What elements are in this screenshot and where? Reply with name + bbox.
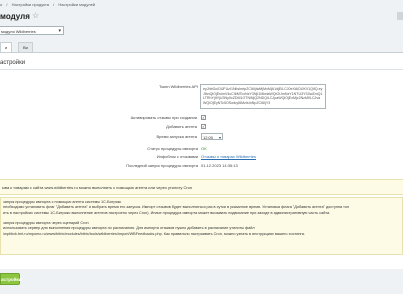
chevron-down-icon: ▾ <box>218 135 221 140</box>
chevron-down-icon: ▾ <box>58 28 61 34</box>
settings-toggle-icon[interactable] <box>397 12 403 20</box>
save-button[interactable]: астройки <box>0 273 22 285</box>
note-line: /wpt/bxk.bnt.ru/mpomo.ru/www/bitrix/modu… <box>3 231 305 236</box>
breadcrumb-item[interactable]: Настройки продукта <box>12 2 49 7</box>
last-run-label: Последний запуск процедуры импорта <box>126 163 198 168</box>
info-note-text: ыва к товарам с сайта www.wildberries.ru… <box>2 185 193 190</box>
agent-time-label: Время запуска агента <box>156 134 197 139</box>
section-title: астройки <box>0 60 26 66</box>
instructions-note: запуск процедуры импорта с помощью агент… <box>0 197 403 255</box>
infoblock-label: Инфоблок с отзывами <box>156 154 198 159</box>
info-note: ыва к товарам с сайта www.wildberries.ru… <box>0 179 403 195</box>
agent-time-select[interactable]: 12:00 ▾ <box>201 133 223 140</box>
token-textarea[interactable]: eyJhbGciOiJFUzI1NiIsImtpZCI6IjIwMjMxMjA1… <box>200 84 326 109</box>
breadcrumb-item[interactable]: Настройки модулей <box>58 2 95 7</box>
breadcrumb-item[interactable]: о <box>0 2 2 7</box>
star-icon[interactable]: ☆ <box>32 11 39 20</box>
auto-answer-checkbox[interactable]: ✓ <box>201 115 206 120</box>
note-line: необходимо установить флаг "Добавить аге… <box>3 205 350 210</box>
add-agent-label: Добавить агента <box>166 124 197 129</box>
page-title: модуля <box>0 12 30 21</box>
module-select[interactable]: модуля Wildberries ▾ <box>0 26 64 35</box>
last-run-value: 01.12.2023 14:35:13 <box>201 163 238 168</box>
tab-access[interactable]: Ви <box>18 42 33 52</box>
add-agent-checkbox[interactable]: ✓ <box>201 124 206 129</box>
status-value: OK <box>201 146 207 151</box>
module-select-value: модуля Wildberries <box>1 29 36 34</box>
breadcrumb-separator: / <box>6 2 8 7</box>
breadcrumb-separator: / <box>53 2 55 7</box>
status-label: Статус процедуры импорта <box>147 146 198 151</box>
auto-answer-label: Активировать отзывы при создании <box>130 115 197 120</box>
infoblock-link[interactable]: Отзывы о товарах Wildberries <box>201 154 256 159</box>
breadcrumb: о / Настройки продукта / Настройки модул… <box>0 2 98 7</box>
section-divider <box>0 69 403 70</box>
agent-time-value: 12:00 <box>203 135 214 140</box>
token-label: Токен Wildberries API <box>158 84 198 89</box>
